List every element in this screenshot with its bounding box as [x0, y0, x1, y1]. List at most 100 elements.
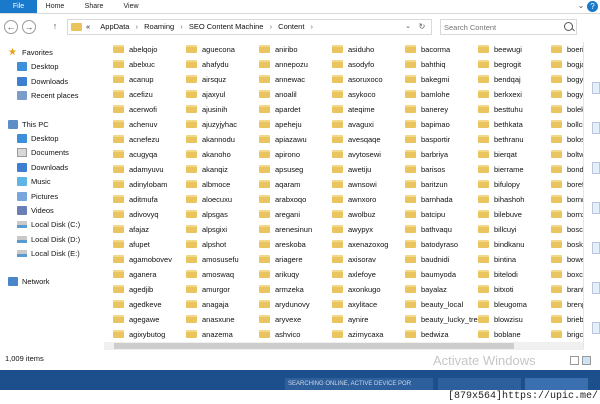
folder-item[interactable]: agegawe: [113, 312, 186, 327]
folder-item[interactable]: amoswaq: [186, 267, 259, 282]
folder-item[interactable]: abelqojo: [113, 42, 186, 57]
folder-item[interactable]: anazema: [186, 327, 259, 342]
folder-item[interactable]: bethkata: [478, 117, 551, 132]
folder-item[interactable]: airsquz: [186, 72, 259, 87]
folder-item[interactable]: bayalaz: [405, 282, 478, 297]
side-tab[interactable]: [592, 82, 600, 94]
breadcrumb-overflow[interactable]: «: [86, 22, 90, 31]
folder-item[interactable]: ajaxyul: [186, 87, 259, 102]
folder-item[interactable]: bacorma: [405, 42, 478, 57]
folder-item[interactable]: areskoba: [259, 237, 332, 252]
folder-item[interactable]: afajaz: [113, 222, 186, 237]
folder-item[interactable]: apirono: [259, 147, 332, 162]
folder-item[interactable]: acefizu: [113, 87, 186, 102]
folder-item[interactable]: beewugi: [478, 42, 551, 57]
folder-item[interactable]: armzeka: [259, 282, 332, 297]
taskbar-item[interactable]: [438, 378, 521, 390]
folder-item[interactable]: adamyuvu: [113, 162, 186, 177]
folder-item[interactable]: albmoce: [186, 177, 259, 192]
folder-item[interactable]: boerina: [551, 42, 584, 57]
folder-item[interactable]: axenazoxog: [332, 237, 405, 252]
folder-item[interactable]: avesqaqe: [332, 132, 405, 147]
folder-item[interactable]: bitelodi: [478, 267, 551, 282]
folder-item[interactable]: apiazawu: [259, 132, 332, 147]
folder-item[interactable]: bahthiq: [405, 57, 478, 72]
folder-item[interactable]: bifulopy: [478, 177, 551, 192]
folder-item[interactable]: bollciyi: [551, 117, 584, 132]
folder-item[interactable]: aryvexe: [259, 312, 332, 327]
folder-item[interactable]: brigcaj: [551, 327, 584, 342]
folder-item[interactable]: apardet: [259, 102, 332, 117]
folder-item[interactable]: aguecona: [186, 42, 259, 57]
folder-item[interactable]: ajuzyjyhac: [186, 117, 259, 132]
folder-item[interactable]: arabxoqo: [259, 192, 332, 207]
folder-item[interactable]: akanqiz: [186, 162, 259, 177]
tab-file[interactable]: File: [0, 0, 37, 13]
breadcrumb-roaming[interactable]: Roaming: [144, 22, 174, 31]
folder-item[interactable]: bolosim: [551, 132, 584, 147]
folder-item[interactable]: bierrame: [478, 162, 551, 177]
folder-item[interactable]: alpshot: [186, 237, 259, 252]
folder-item[interactable]: anasxune: [186, 312, 259, 327]
folder-item[interactable]: ahafydu: [186, 57, 259, 72]
folder-item[interactable]: ashvico: [259, 327, 332, 342]
folder-item[interactable]: barnhada: [405, 192, 478, 207]
folder-item[interactable]: aniribo: [259, 42, 332, 57]
folder-item[interactable]: acugyqa: [113, 147, 186, 162]
folder-item[interactable]: baudnidi: [405, 252, 478, 267]
folder-item[interactable]: arydunovy: [259, 297, 332, 312]
forward-button[interactable]: →: [22, 20, 36, 34]
folder-item[interactable]: begrogit: [478, 57, 551, 72]
folder-item[interactable]: barisos: [405, 162, 478, 177]
folder-item[interactable]: anoalil: [259, 87, 332, 102]
folder-item[interactable]: awetiju: [332, 162, 405, 177]
folder-item[interactable]: besttuhu: [478, 102, 551, 117]
folder-item[interactable]: boskov: [551, 237, 584, 252]
folder-item[interactable]: axlefoye: [332, 267, 405, 282]
folder-item[interactable]: bowelle: [551, 252, 584, 267]
folder-item[interactable]: axylitace: [332, 297, 405, 312]
back-button[interactable]: ←: [4, 20, 18, 34]
folder-item[interactable]: bamlohe: [405, 87, 478, 102]
folder-item[interactable]: amosusefu: [186, 252, 259, 267]
side-tab[interactable]: [592, 122, 600, 134]
folder-item[interactable]: ateqime: [332, 102, 405, 117]
folder-item[interactable]: annewac: [259, 72, 332, 87]
refresh-icon[interactable]: ↻: [416, 20, 428, 34]
folder-item[interactable]: bornmo: [551, 192, 584, 207]
folder-item[interactable]: apeheju: [259, 117, 332, 132]
folder-item[interactable]: bleugoma: [478, 297, 551, 312]
breadcrumb-content[interactable]: Content: [278, 22, 304, 31]
search-icon[interactable]: [564, 22, 573, 31]
folder-item[interactable]: blowzisu: [478, 312, 551, 327]
side-tab[interactable]: [592, 322, 600, 334]
breadcrumb-appdata[interactable]: AppData: [100, 22, 129, 31]
large-icons-view-icon[interactable]: [582, 356, 591, 365]
horizontal-scrollbar[interactable]: [104, 342, 584, 350]
up-button[interactable]: ↑: [48, 20, 62, 34]
folder-item[interactable]: asoruxoco: [332, 72, 405, 87]
folder-item[interactable]: bethranu: [478, 132, 551, 147]
folder-item[interactable]: berkxexi: [478, 87, 551, 102]
folder-item[interactable]: briebob: [551, 312, 584, 327]
address-dropdown-icon[interactable]: ⌄: [403, 20, 413, 34]
folder-item[interactable]: asykoco: [332, 87, 405, 102]
folder-item[interactable]: agamobovev: [113, 252, 186, 267]
address-bar[interactable]: « AppData › Roaming › SEO Content Machin…: [67, 19, 432, 35]
folder-item[interactable]: ajusinih: [186, 102, 259, 117]
folder-item[interactable]: annepozu: [259, 57, 332, 72]
folder-item[interactable]: ariagere: [259, 252, 332, 267]
folder-item[interactable]: acanup: [113, 72, 186, 87]
folder-item[interactable]: abelxuc: [113, 57, 186, 72]
folder-item[interactable]: bendqaj: [478, 72, 551, 87]
taskbar-item[interactable]: [525, 378, 588, 390]
folder-item[interactable]: achenuv: [113, 117, 186, 132]
folder-item[interactable]: bogjaka: [551, 57, 584, 72]
folder-item[interactable]: axonkugo: [332, 282, 405, 297]
folder-item[interactable]: agedkeve: [113, 297, 186, 312]
folder-item[interactable]: bolekire: [551, 102, 584, 117]
folder-item[interactable]: anagaja: [186, 297, 259, 312]
folder-item[interactable]: bedwiza: [405, 327, 478, 342]
side-tab[interactable]: [592, 282, 600, 294]
folder-item[interactable]: aganera: [113, 267, 186, 282]
